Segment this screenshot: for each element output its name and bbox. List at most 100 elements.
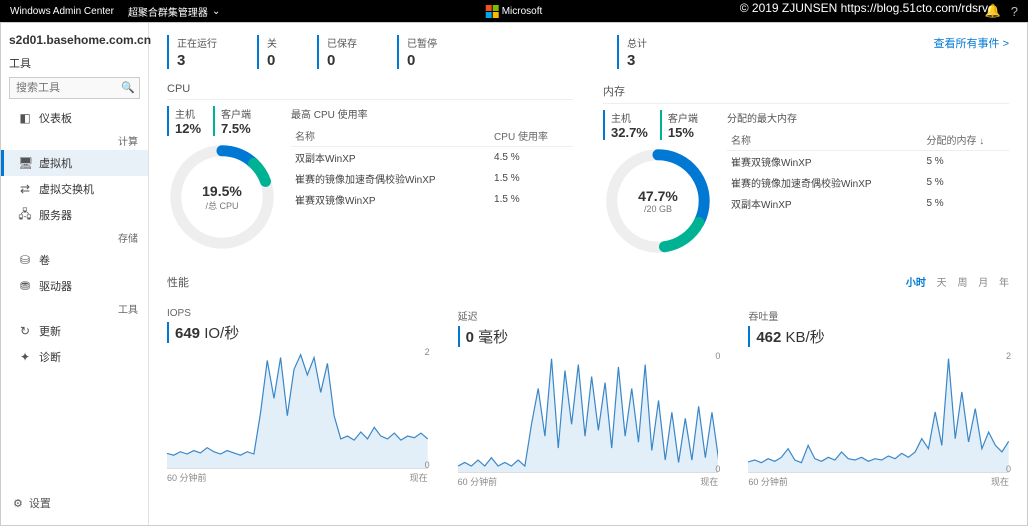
table-row[interactable]: 崔赛的镜像加速奇偶校验WinXP1.5 % — [291, 168, 573, 189]
col-usage[interactable]: CPU 使用率 — [490, 125, 573, 147]
cell-name: 崔赛的镜像加速奇偶校验WinXP — [727, 172, 922, 193]
chevron-down-icon: ⌄ — [212, 6, 220, 17]
view-events-link[interactable]: 查看所有事件 > — [934, 35, 1009, 51]
stat-total: 总计 3 — [617, 35, 647, 69]
stat-label: 已暂停 — [407, 35, 437, 50]
stat-running: 正在运行 3 — [167, 35, 217, 69]
chart-title: 吞吐量 — [748, 308, 1009, 323]
chart-title: IOPS — [167, 308, 428, 319]
range-year[interactable]: 年 — [999, 278, 1009, 289]
y-min: 0 — [715, 464, 720, 474]
x-right: 现在 — [410, 471, 428, 484]
panel-title: CPU — [167, 83, 573, 95]
col-name[interactable]: 名称 — [727, 129, 922, 151]
sidebar-item-label: 服务器 — [39, 207, 72, 223]
app-title: Windows Admin Center — [10, 6, 114, 17]
x-left: 60 分钟前 — [458, 475, 498, 488]
dashboard-icon: ◧ — [18, 111, 32, 125]
sidebar-item-drives[interactable]: ⛃驱动器 — [1, 273, 148, 299]
vm-state-summary: 正在运行3 关0 已保存0 已暂停0 总计3 查看所有事件 > — [167, 31, 1009, 79]
table-row[interactable]: 双副本WinXP5 % — [727, 193, 1009, 214]
ms-logo-icon — [486, 5, 499, 18]
mem-guest-metric: 客户端15% — [660, 110, 698, 140]
memory-top-table: 分配的最大内存 名称分配的内存 ↓ 崔赛双镜像WinXP5 % 崔赛的镜像加速奇… — [727, 110, 1009, 256]
sidebar-item-updates[interactable]: ↻更新 — [1, 318, 148, 344]
sidebar-item-servers[interactable]: 🖧 服务器 — [1, 202, 148, 228]
sidebar-item-dashboard[interactable]: ◧仪表板 — [1, 105, 148, 131]
y-min: 0 — [425, 460, 430, 470]
sparkline: 2 0 — [748, 353, 1009, 473]
stat-off: 关0 — [257, 35, 277, 69]
x-right: 现在 — [700, 475, 718, 488]
chart-current-value: 0 毫秒 — [458, 326, 719, 347]
stat-saved: 已保存0 — [317, 35, 357, 69]
sidebar-item-label: 虚拟交换机 — [39, 181, 94, 197]
stat-paused: 已暂停0 — [397, 35, 437, 69]
cell-value: 4.5 % — [490, 147, 573, 169]
diagnostic-icon: ✦ — [18, 350, 32, 364]
col-name[interactable]: 名称 — [291, 125, 490, 147]
stat-value: 3 — [177, 52, 217, 69]
perf-chart-iops: IOPS 649 IO/秒 2 0 60 分钟前现在 — [167, 308, 428, 488]
stat-label: 关 — [267, 35, 277, 50]
range-hour[interactable]: 小时 — [906, 278, 926, 289]
server-name[interactable]: s2d01.basehome.com.cn — [1, 29, 148, 53]
server-icon: 🖧 — [18, 205, 32, 226]
range-day[interactable]: 天 — [937, 278, 947, 289]
table-row[interactable]: 崔赛的镜像加速奇偶校验WinXP5 % — [727, 172, 1009, 193]
table-row[interactable]: 崔赛双镜像WinXP1.5 % — [291, 189, 573, 210]
cell-name: 崔赛双镜像WinXP — [727, 151, 922, 173]
watermark: © 2019 ZJUNSEN https://blog.51cto.com/rd… — [740, 1, 988, 15]
stat-value: 0 — [327, 52, 357, 69]
search-box[interactable]: 🔍 — [9, 77, 140, 99]
tools-label: 工具 — [1, 53, 148, 75]
switch-icon: ⇄ — [18, 182, 32, 196]
help-icon[interactable]: ? — [1011, 4, 1018, 19]
time-range-selector: 小时 天 周 月 年 — [898, 274, 1009, 289]
cpu-panel: CPU 主机12% 客户端7.5% 19.5%/总 CPU 最高 CPU — [167, 83, 573, 256]
metric-value: 32.7% — [611, 125, 648, 140]
table-row[interactable]: 双副本WinXP4.5 % — [291, 147, 573, 169]
performance-title: 性能 — [167, 274, 1009, 290]
range-week[interactable]: 周 — [957, 278, 967, 289]
y-max: 0 — [715, 351, 720, 361]
metric-value: 7.5% — [221, 121, 251, 136]
sidebar-item-vswitch[interactable]: ⇄ 虚拟交换机 — [1, 176, 148, 202]
donut-value: 19.5% — [202, 183, 242, 199]
x-axis: 60 分钟前 现在 — [167, 469, 428, 484]
x-left: 60 分钟前 — [167, 471, 207, 484]
settings-button[interactable]: ⚙设置 — [1, 487, 148, 519]
sidebar-item-label: 卷 — [39, 252, 50, 268]
sidebar-item-vm[interactable]: 🖥虚拟机 — [1, 150, 148, 176]
y-max: 2 — [425, 347, 430, 357]
cell-value: 5 % — [922, 172, 1009, 193]
donut-unit: /20 GB — [644, 204, 672, 214]
cell-value: 5 % — [922, 151, 1009, 173]
stat-label: 总计 — [627, 35, 647, 50]
x-axis: 60 分钟前 现在 — [458, 473, 719, 488]
sparkline: 0 0 — [458, 353, 719, 473]
group-compute: 计算 — [1, 131, 148, 150]
stat-value: 3 — [627, 52, 647, 69]
cpu-donut-chart: 19.5%/总 CPU — [167, 142, 277, 252]
x-axis: 60 分钟前现在 — [748, 473, 1009, 488]
breadcrumb[interactable]: 超聚合群集管理器⌄ — [128, 4, 220, 19]
ms-brand: Microsoft — [486, 5, 543, 18]
range-month[interactable]: 月 — [978, 278, 988, 289]
sidebar-item-label: 虚拟机 — [39, 155, 72, 171]
cell-name: 崔赛的镜像加速奇偶校验WinXP — [291, 168, 490, 189]
metric-label: 主机 — [611, 110, 648, 125]
chart-title: 延迟 — [458, 308, 719, 323]
sparkline: 2 0 — [167, 349, 428, 469]
col-alloc[interactable]: 分配的内存 ↓ — [922, 129, 1009, 151]
metric-label: 客户端 — [221, 106, 251, 121]
stat-label: 正在运行 — [177, 35, 217, 50]
table-row[interactable]: 崔赛双镜像WinXP5 % — [727, 151, 1009, 173]
perf-chart-延迟: 延迟 0 毫秒 0 0 60 分钟前 现在 — [458, 308, 719, 488]
sidebar-item-volumes[interactable]: ⛁卷 — [1, 247, 148, 273]
group-tools: 工具 — [1, 299, 148, 318]
mem-host-metric: 主机32.7% — [603, 110, 648, 140]
settings-label: 设置 — [29, 495, 51, 511]
sidebar-item-diagnostics[interactable]: ✦诊断 — [1, 344, 148, 370]
search-icon[interactable]: 🔍 — [121, 81, 135, 94]
